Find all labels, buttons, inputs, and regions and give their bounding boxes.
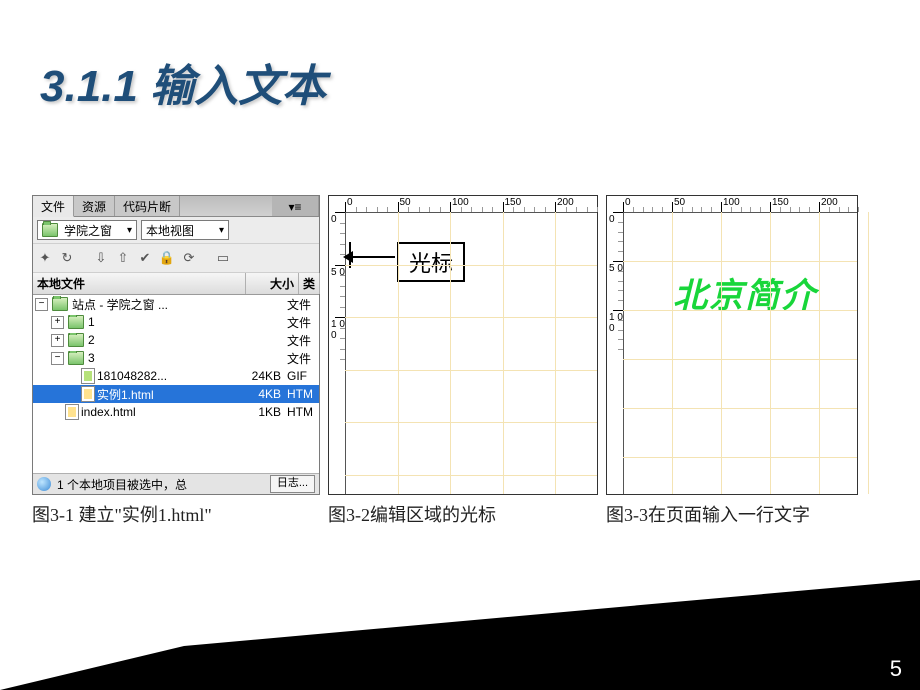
connect-icon[interactable]: ✦ <box>37 250 53 266</box>
tree-row[interactable]: + 2 文件 <box>33 331 319 349</box>
refresh-icon[interactable]: ↻ <box>59 250 75 266</box>
edit-area-cursor: 050100150200 05 01 0 0 光标 <box>328 195 598 495</box>
arrow-icon <box>349 256 395 258</box>
figure-1: 文件 资源 代码片断 ▾≡ 学院之窗 ▾ 本地视图 ▾ ✦ ↻ <box>32 195 320 527</box>
ruler-tick: 0 <box>609 214 615 225</box>
slide-footer-shape <box>0 580 920 690</box>
tree-twisty[interactable]: − <box>35 298 48 311</box>
ruler-tick: 1 0 0 <box>609 312 623 334</box>
tree-item-label: 实例1.html <box>97 386 154 403</box>
tree-item-type: 文件 <box>285 314 319 331</box>
tree-item-label: 1 <box>88 315 95 329</box>
tree-twisty[interactable]: − <box>51 352 64 365</box>
status-text: 1 个本地项目被选中，总 <box>57 476 187 493</box>
sync-icon[interactable]: ⟳ <box>181 250 197 266</box>
figure-2-caption: 图3-2编辑区域的光标 <box>328 501 598 527</box>
tree-item-type: 文件 <box>285 350 319 367</box>
tree-item-label: 181048282... <box>97 369 167 383</box>
tree-row[interactable]: − 站点 - 学院之窗 ... 文件 <box>33 295 319 313</box>
tree-row[interactable]: 实例1.html 4KBHTM <box>33 385 319 403</box>
tree-item-type: 文件 <box>285 332 319 349</box>
ruler-tick: 5 0 <box>609 263 623 274</box>
ruler-horizontal: 050100150200 <box>623 196 857 213</box>
slide-title: 3.1.1 输入文本 <box>40 50 326 114</box>
figure-3: 050100150200 05 01 0 0 北京简介 图3-3在页面输入一行文… <box>606 195 858 527</box>
figure-2: 050100150200 05 01 0 0 光标 图3-2编辑区域的光标 <box>328 195 598 527</box>
html-icon <box>65 404 79 420</box>
ruler-tick: 0 <box>331 214 337 225</box>
folder-icon <box>52 297 68 311</box>
site-dropdown-label: 学院之窗 <box>64 222 112 239</box>
folder-icon <box>68 351 84 365</box>
ruler-tick: 50 <box>674 197 685 208</box>
tree-item-label: index.html <box>81 405 136 419</box>
ruler-tick: 0 <box>347 197 353 208</box>
figure-row: 文件 资源 代码片断 ▾≡ 学院之窗 ▾ 本地视图 ▾ ✦ ↻ <box>32 195 888 527</box>
folder-icon <box>42 223 58 237</box>
tree-twisty[interactable]: + <box>51 316 64 329</box>
view-dropdown[interactable]: 本地视图 ▾ <box>141 220 229 240</box>
put-icon[interactable]: ⇧ <box>115 250 131 266</box>
tree-item-type: HTM <box>285 405 319 419</box>
ruler-corner <box>329 196 346 213</box>
checkout-icon[interactable]: ✔ <box>137 250 153 266</box>
site-dropdown[interactable]: 学院之窗 ▾ <box>37 220 137 240</box>
get-icon[interactable]: ⇩ <box>93 250 109 266</box>
ruler-horizontal: 050100150200 <box>345 196 597 213</box>
tab-files[interactable]: 文件 <box>33 196 74 217</box>
tree-item-size: 24KB <box>237 369 285 383</box>
tree-item-type: 文件 <box>285 296 319 313</box>
file-tree: − 站点 - 学院之窗 ... 文件 + 1 文件 + 2 文件 − 3 文件 1810482… <box>33 295 319 473</box>
tab-resources[interactable]: 资源 <box>74 196 115 216</box>
ruler-corner <box>607 196 624 213</box>
log-button[interactable]: 日志... <box>270 475 315 493</box>
col-name[interactable]: 本地文件 <box>33 273 246 294</box>
chevron-down-icon: ▾ <box>219 225 224 236</box>
tree-header: 本地文件 大小 类 <box>33 273 319 295</box>
site-selectors: 学院之窗 ▾ 本地视图 ▾ <box>33 217 319 244</box>
panel-menu-icon[interactable]: ▾≡ <box>272 196 319 216</box>
figure-1-caption: 图3-1 建立"实例1.html" <box>32 501 320 527</box>
cursor-label-box: 光标 <box>397 242 465 282</box>
tree-item-size: 4KB <box>237 387 285 401</box>
tree-row[interactable]: 181048282... 24KBGIF <box>33 367 319 385</box>
col-size[interactable]: 大小 <box>246 273 299 294</box>
files-panel: 文件 资源 代码片断 ▾≡ 学院之窗 ▾ 本地视图 ▾ ✦ ↻ <box>32 195 320 495</box>
gif-icon <box>81 368 95 384</box>
view-dropdown-label: 本地视图 <box>146 222 194 239</box>
panel-toolbar: ✦ ↻ ⇩ ⇧ ✔ 🔒 ⟳ ▭ <box>33 244 319 273</box>
col-type[interactable]: 类 <box>299 273 320 294</box>
folder-icon <box>68 333 84 347</box>
tree-item-label: 站点 - 学院之窗 ... <box>72 296 168 313</box>
page-number: 5 <box>890 656 902 682</box>
folder-icon <box>68 315 84 329</box>
checkin-icon[interactable]: 🔒 <box>159 250 175 266</box>
tree-item-label: 3 <box>88 351 95 365</box>
html-icon <box>81 386 95 402</box>
tree-row[interactable]: + 1 文件 <box>33 313 319 331</box>
edit-canvas[interactable]: 北京简介 <box>623 212 857 494</box>
chevron-down-icon: ▾ <box>127 225 132 236</box>
panel-tabstrip: 文件 资源 代码片断 ▾≡ <box>33 196 319 217</box>
status-bar: 1 个本地项目被选中，总 日志... <box>33 473 319 494</box>
tree-row[interactable]: index.html 1KBHTM <box>33 403 319 421</box>
figure-3-caption: 图3-3在页面输入一行文字 <box>606 501 858 527</box>
tree-item-label: 2 <box>88 333 95 347</box>
edit-canvas[interactable]: 光标 <box>345 212 597 494</box>
ruler-vertical: 0 5 0 1 0 0 <box>607 212 624 494</box>
tree-item-type: HTM <box>285 387 319 401</box>
edit-area-text: 050100150200 05 01 0 0 北京简介 <box>606 195 858 495</box>
globe-icon <box>37 477 51 491</box>
tree-item-type: GIF <box>285 369 319 383</box>
tab-snippets[interactable]: 代码片断 <box>115 196 180 216</box>
tree-twisty[interactable]: + <box>51 334 64 347</box>
tree-row[interactable]: − 3 文件 <box>33 349 319 367</box>
ruler-tick: 0 <box>625 197 631 208</box>
expand-icon[interactable]: ▭ <box>215 250 231 266</box>
tree-item-size: 1KB <box>237 405 285 419</box>
